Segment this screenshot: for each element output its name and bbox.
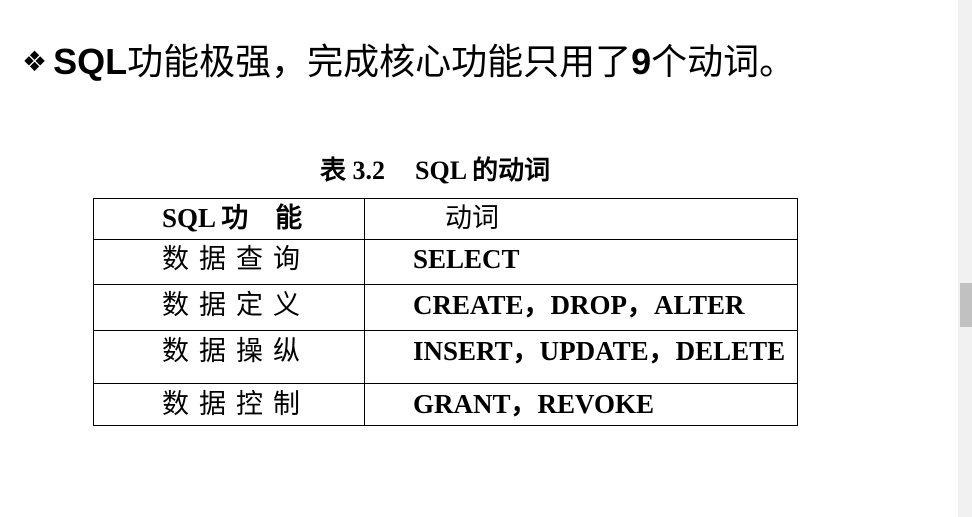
- slide-heading: ❖ SQL功能极强，完成核心功能只用了9个动词。: [22, 38, 795, 87]
- heading-number: 9: [631, 41, 652, 82]
- diamond-bullet-icon: ❖: [22, 45, 48, 78]
- vertical-scrollbar[interactable]: [958, 0, 972, 517]
- heading-sql: SQL: [53, 41, 128, 82]
- row-function: 数据控制: [93, 383, 365, 426]
- scrollbar-thumb[interactable]: [960, 283, 972, 327]
- table-row: 数据操纵 INSERT，UPDATE，DELETE: [93, 330, 798, 384]
- header-verbs: 动词: [364, 198, 798, 240]
- table-header-row: SQL 功 能 动词: [93, 198, 798, 240]
- table-caption: 表 3.2 SQL 的动词: [320, 153, 550, 189]
- table-caption-title: SQL 的动词: [415, 156, 551, 185]
- row-verbs: SELECT: [364, 239, 798, 285]
- heading-text: 功能极强，完成核心功能只用了: [127, 42, 632, 83]
- sql-verbs-table: SQL 功 能 动词 数据查询 SELECT 数据定义 CREATE，DROP，…: [93, 198, 798, 426]
- row-verbs: GRANT，REVOKE: [364, 383, 798, 426]
- header-function: SQL 功 能: [93, 198, 365, 240]
- row-verbs: CREATE，DROP，ALTER: [364, 284, 798, 331]
- table-row: 数据控制 GRANT，REVOKE: [93, 383, 798, 426]
- row-function: 数据操纵: [93, 330, 365, 384]
- table-row: 数据定义 CREATE，DROP，ALTER: [93, 284, 798, 331]
- slide-page: ❖ SQL功能极强，完成核心功能只用了9个动词。 表 3.2 SQL 的动词 SQL…: [0, 0, 972, 517]
- heading-text-end: 个动词。: [651, 42, 796, 83]
- row-function: 数据查询: [93, 239, 365, 285]
- table-caption-label: 表 3.2: [320, 156, 386, 185]
- table-row: 数据查询 SELECT: [93, 239, 798, 285]
- row-verbs: INSERT，UPDATE，DELETE: [364, 330, 798, 384]
- row-function: 数据定义: [93, 284, 365, 331]
